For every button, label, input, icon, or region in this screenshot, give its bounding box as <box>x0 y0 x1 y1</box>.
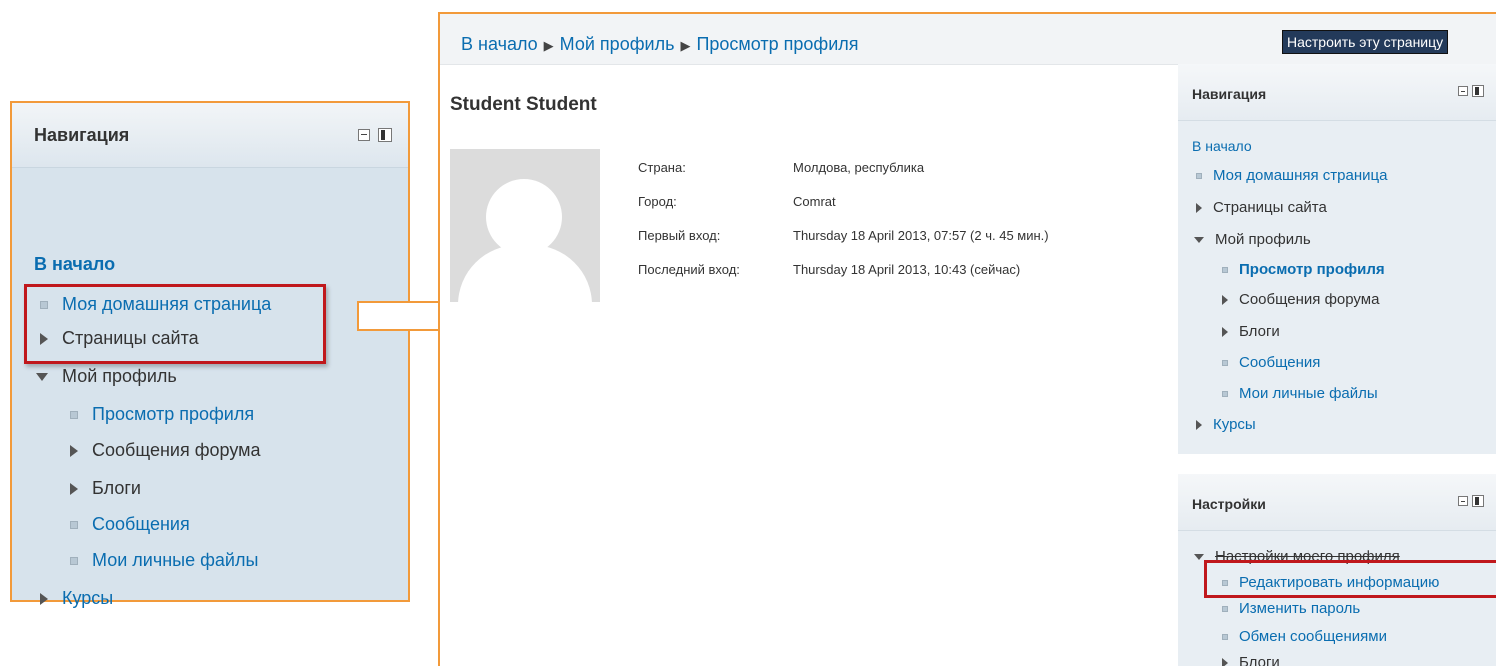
settings-label[interactable]: Блоги <box>1239 654 1280 666</box>
sidebar-navigation-header: Навигация <box>1178 64 1496 121</box>
page-header-bar: В начало ▶ Мой профиль ▶ Просмотр профиля На… <box>440 14 1496 65</box>
expand-arrow-icon[interactable] <box>1222 658 1228 666</box>
collapse-icon[interactable] <box>358 129 370 141</box>
nav-item-view-profile[interactable]: Просмотр профиля <box>70 404 254 425</box>
info-key: Последний вход: <box>638 262 740 277</box>
expand-arrow-icon[interactable] <box>40 593 48 606</box>
bullet-icon <box>1222 360 1228 367</box>
avatar-head-shape <box>486 179 562 255</box>
side-nav-my-profile[interactable]: Мой профиль <box>1194 231 1311 248</box>
highlight-box-edit-profile <box>1204 560 1496 598</box>
nav-item-private-files[interactable]: Мои личные файлы <box>70 550 258 571</box>
side-nav-home[interactable]: В начало <box>1192 138 1252 154</box>
expand-arrow-icon[interactable] <box>1222 327 1228 338</box>
settings-blogs[interactable]: Блоги <box>1222 654 1280 666</box>
info-value: Молдова, республика <box>793 160 925 175</box>
expand-arrow-icon[interactable] <box>1196 203 1202 214</box>
nav-item-forum-posts[interactable]: Сообщения форума <box>70 440 261 461</box>
settings-change-password[interactable]: Изменить пароль <box>1222 600 1360 617</box>
expand-arrow-icon[interactable] <box>1196 420 1202 431</box>
dock-icon[interactable] <box>1472 495 1484 507</box>
breadcrumb-my-profile[interactable]: Мой профиль <box>560 34 675 54</box>
nav-item-label[interactable]: Сообщения <box>92 514 190 534</box>
info-value: Thursday 18 April 2013, 10:43 (сейчас) <box>793 262 1021 277</box>
navigation-block-header: Навигация <box>12 103 408 168</box>
bullet-icon <box>70 521 78 530</box>
info-key: Страна: <box>638 160 686 175</box>
info-value: Comrat <box>793 194 836 209</box>
collapse-arrow-icon[interactable] <box>1194 554 1204 561</box>
nav-item-label[interactable]: Просмотр профиля <box>92 404 254 424</box>
breadcrumb-home[interactable]: В начало <box>461 34 538 54</box>
bullet-icon <box>70 557 78 566</box>
profile-name-heading: Student Student <box>450 94 597 115</box>
highlight-box-my-profile <box>24 284 326 364</box>
expand-arrow-icon[interactable] <box>1222 295 1228 306</box>
settings-messaging[interactable]: Обмен сообщениями <box>1222 628 1387 645</box>
breadcrumb-separator-icon: ▶ <box>680 38 691 53</box>
nav-home-link[interactable]: В начало <box>34 254 115 275</box>
side-nav-label[interactable]: Сообщения <box>1239 354 1320 371</box>
nav-item-courses[interactable]: Курсы <box>40 588 113 609</box>
bullet-icon <box>1222 606 1228 613</box>
bullet-icon <box>1222 267 1228 274</box>
nav-item-label[interactable]: Блоги <box>92 478 141 498</box>
side-nav-label[interactable]: Мои личные файлы <box>1239 385 1378 402</box>
expand-arrow-icon[interactable] <box>70 483 78 496</box>
info-key: Город: <box>638 194 677 209</box>
collapse-icon[interactable] <box>1458 86 1468 96</box>
side-nav-view-profile[interactable]: Просмотр профиля <box>1222 261 1385 278</box>
side-nav-label[interactable]: Страницы сайта <box>1213 199 1327 216</box>
side-nav-label[interactable]: Курсы <box>1213 416 1256 433</box>
collapse-arrow-icon[interactable] <box>1194 237 1204 244</box>
side-nav-home-label[interactable]: В начало <box>1192 138 1252 154</box>
side-nav-label[interactable]: Сообщения форума <box>1239 291 1379 308</box>
side-nav-courses[interactable]: Курсы <box>1196 416 1256 433</box>
dock-icon[interactable] <box>1472 85 1484 97</box>
breadcrumb-separator-icon: ▶ <box>543 38 554 53</box>
nav-item-label[interactable]: Мои личные файлы <box>92 550 258 570</box>
side-nav-blogs[interactable]: Блоги <box>1222 323 1280 340</box>
side-nav-label[interactable]: Мой профиль <box>1215 231 1311 248</box>
side-nav-forum-posts[interactable]: Сообщения форума <box>1222 291 1379 308</box>
bullet-icon <box>1196 173 1202 180</box>
sidebar-navigation-block: Навигация В начало Моя домашняя страница… <box>1178 64 1496 454</box>
expand-arrow-icon[interactable] <box>70 445 78 458</box>
dock-icon[interactable] <box>378 128 392 142</box>
bullet-icon <box>70 411 78 420</box>
bullet-icon <box>1222 634 1228 641</box>
breadcrumb: В начало ▶ Мой профиль ▶ Просмотр профиля <box>461 34 859 55</box>
side-nav-label[interactable]: Блоги <box>1239 323 1280 340</box>
customize-page-button[interactable]: Настроить эту страницу <box>1282 30 1449 54</box>
nav-item-label[interactable]: Мой профиль <box>62 366 177 386</box>
side-nav-private-files[interactable]: Мои личные файлы <box>1222 385 1378 402</box>
info-key: Первый вход: <box>638 228 721 243</box>
user-avatar <box>450 149 600 302</box>
nav-item-my-profile[interactable]: Мой профиль <box>36 366 177 387</box>
sidebar-settings-header: Настройки <box>1178 474 1496 531</box>
sidebar-navigation-title: Навигация <box>1192 86 1267 102</box>
avatar-body-shape <box>458 245 592 302</box>
side-nav-label[interactable]: Моя домашняя страница <box>1213 167 1387 184</box>
nav-home-label[interactable]: В начало <box>34 254 115 274</box>
breadcrumb-view-profile[interactable]: Просмотр профиля <box>696 34 858 54</box>
nav-item-label[interactable]: Сообщения форума <box>92 440 261 460</box>
collapse-arrow-icon[interactable] <box>36 373 48 382</box>
settings-label[interactable]: Изменить пароль <box>1239 600 1360 617</box>
side-nav-site-pages[interactable]: Страницы сайта <box>1196 199 1327 216</box>
side-nav-label[interactable]: Просмотр профиля <box>1239 261 1385 278</box>
nav-item-messages[interactable]: Сообщения <box>70 514 190 535</box>
settings-label[interactable]: Обмен сообщениями <box>1239 628 1387 645</box>
info-value: Thursday 18 April 2013, 07:57 (2 ч. 45 м… <box>793 228 1049 243</box>
side-nav-my-home[interactable]: Моя домашняя страница <box>1196 167 1387 184</box>
nav-item-blogs[interactable]: Блоги <box>70 478 141 499</box>
sidebar-settings-title: Настройки <box>1192 496 1266 512</box>
navigation-block-title: Навигация <box>34 125 130 145</box>
collapse-icon[interactable] <box>1458 496 1468 506</box>
side-nav-messages[interactable]: Сообщения <box>1222 354 1320 371</box>
nav-item-label[interactable]: Курсы <box>62 588 113 608</box>
bullet-icon <box>1222 391 1228 398</box>
main-profile-panel: В начало ▶ Мой профиль ▶ Просмотр профиля На… <box>438 12 1496 666</box>
